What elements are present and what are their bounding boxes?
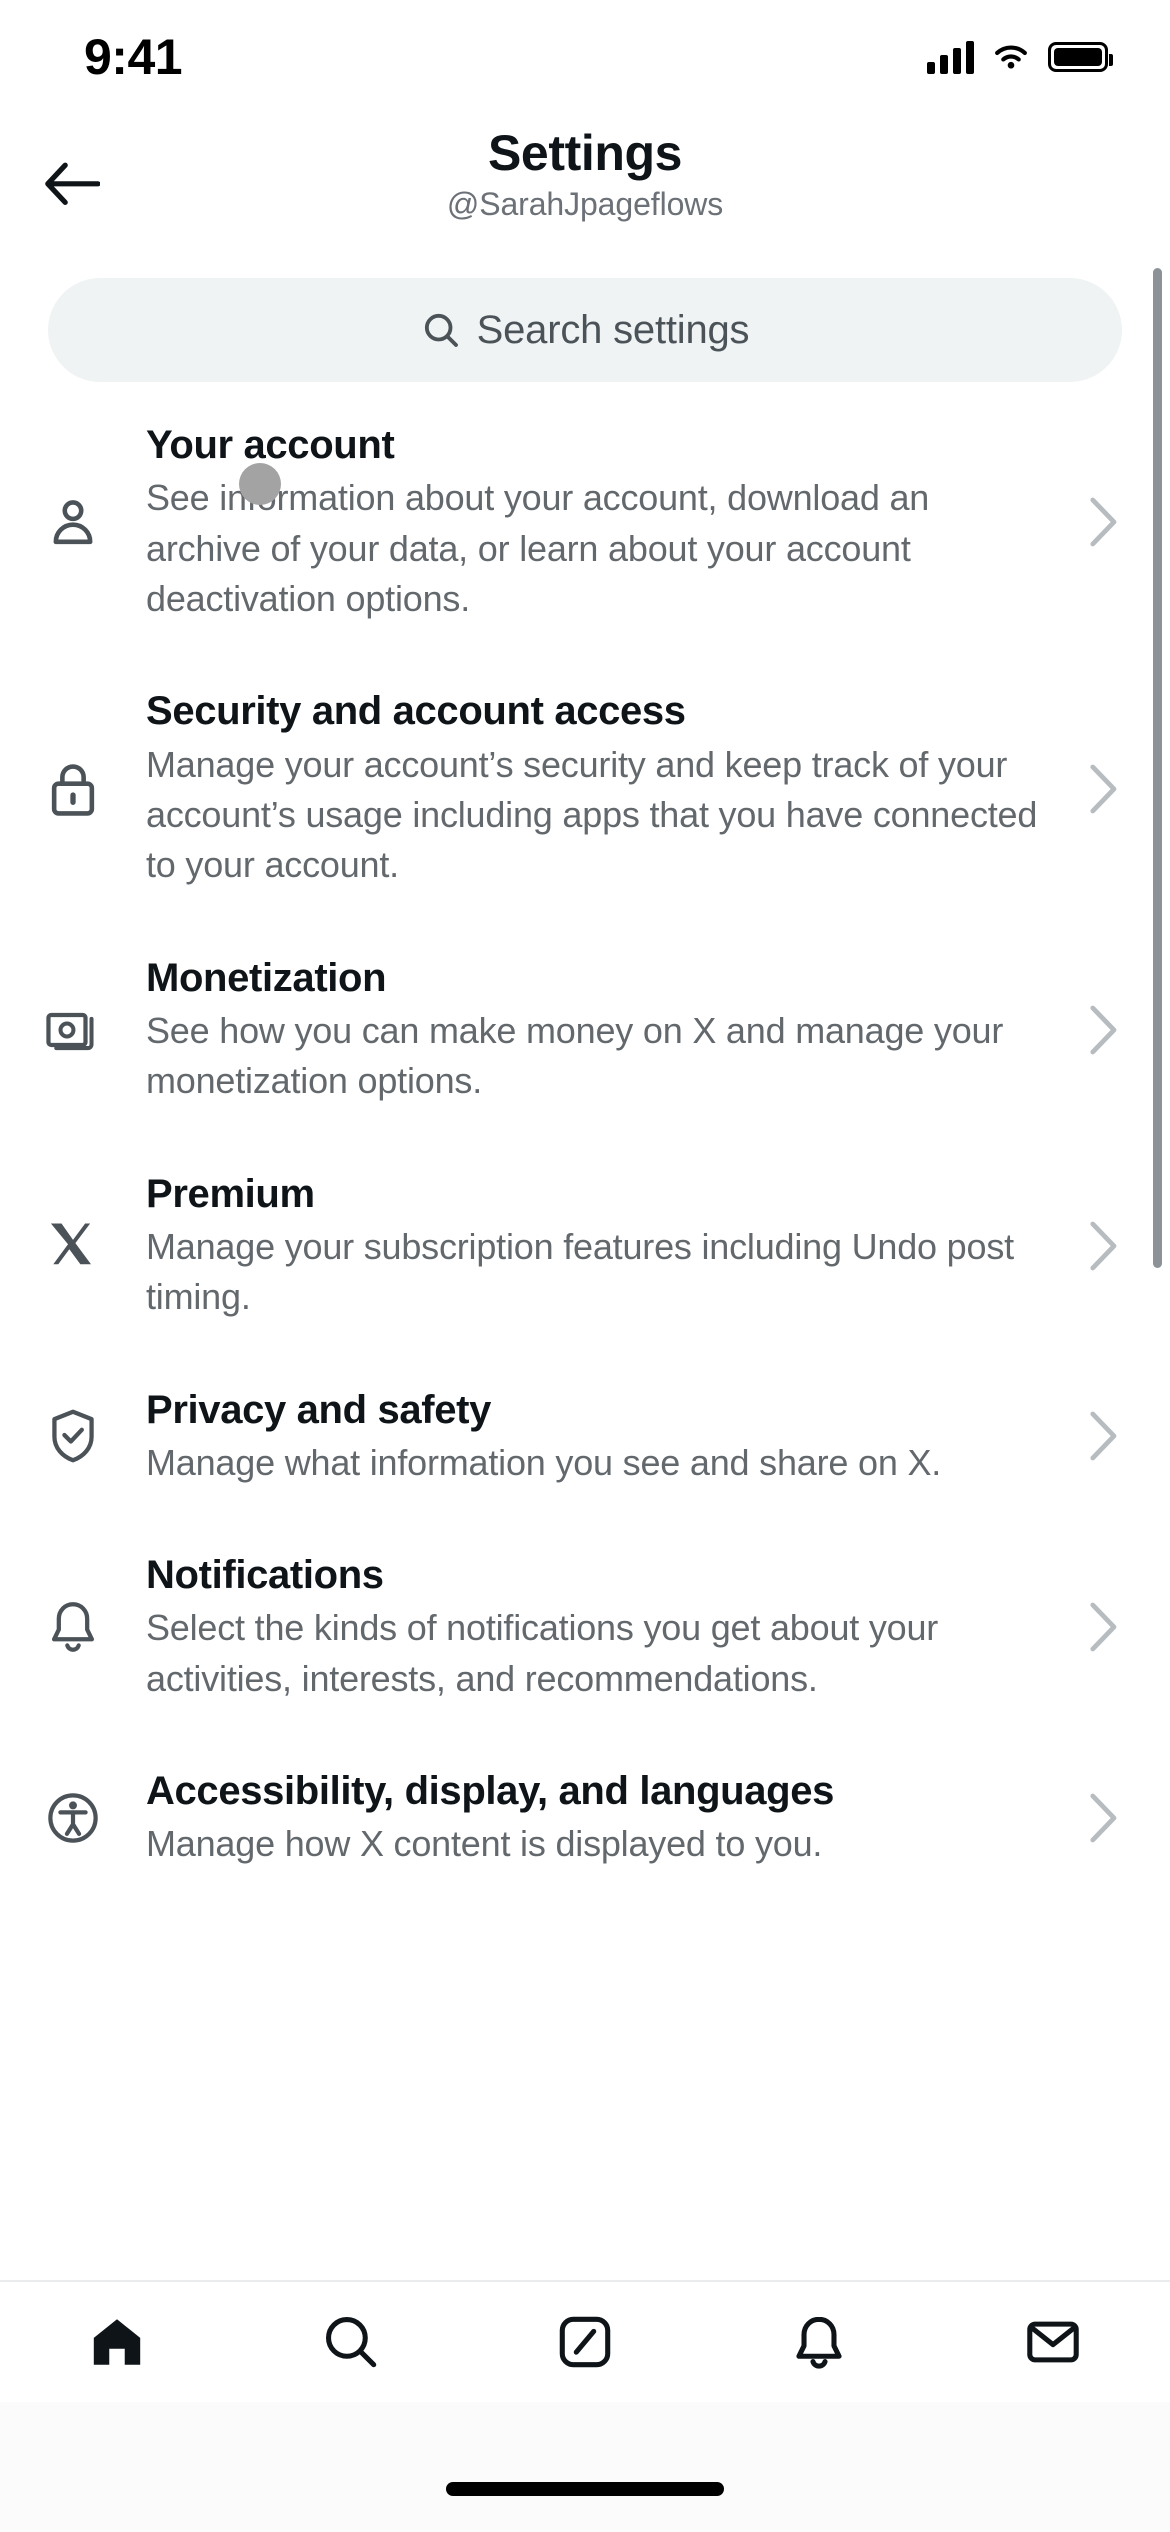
settings-row-title: Accessibility, display, and languages [146, 1769, 835, 1814]
settings-row-title: Your account [146, 423, 395, 467]
settings-row-title: Privacy and safety [146, 1387, 492, 1432]
chevron-right-icon [1070, 496, 1140, 548]
lock-icon [0, 760, 146, 818]
home-indicator [446, 2482, 724, 2496]
settings-row-description: Manage your account’s security and keep … [146, 743, 1038, 886]
chevron-right-icon [1070, 1004, 1140, 1056]
settings-row-monetization[interactable]: Monetization See how you can make money … [0, 953, 1170, 1107]
search-icon [325, 2316, 377, 2368]
phone-screen: 9:41 Settings @SarahJpageflows Search se… [0, 0, 1170, 2532]
settings-row-body: Your account See information about your … [146, 420, 1070, 624]
settings-row-title: Premium [146, 1171, 315, 1216]
search-input[interactable]: Search settings [48, 278, 1122, 382]
settings-row-body: Monetization See how you can make money … [146, 953, 1070, 1107]
settings-row-description: See how you can make money on X and mana… [146, 1009, 1004, 1102]
status-bar: 9:41 [0, 0, 1170, 100]
page-title: Settings [487, 125, 683, 181]
person-icon [0, 493, 146, 551]
row-spacer [0, 1323, 1170, 1385]
settings-row-body: Security and account access Manage your … [146, 686, 1070, 890]
settings-row-description: Manage what information you see and shar… [146, 1441, 942, 1483]
account-handle: @SarahJpageflows [446, 186, 724, 222]
x-logo-icon [0, 1220, 146, 1272]
settings-row-security-and-account-access[interactable]: Security and account access Manage your … [0, 686, 1170, 890]
settings-row-body: Privacy and safety Manage what informati… [146, 1385, 1070, 1489]
row-spacer [0, 624, 1170, 686]
settings-row-description: Select the kinds of notifications you ge… [146, 1607, 939, 1699]
bottom-safe-area [0, 2402, 1170, 2532]
app-header: Settings @SarahJpageflows [0, 100, 1170, 270]
row-spacer [0, 1704, 1170, 1766]
tab-home[interactable] [0, 2281, 234, 2403]
row-spacer [0, 1488, 1170, 1550]
settings-row-body: Accessibility, display, and languages Ma… [146, 1766, 1070, 1870]
tab-notifications[interactable] [702, 2281, 936, 2403]
settings-list: Your account See information about your … [0, 420, 1170, 2410]
row-spacer [0, 891, 1170, 953]
search-icon [424, 313, 458, 347]
tab-search[interactable] [234, 2281, 468, 2403]
wifi-icon [995, 45, 1027, 69]
settings-row-description: Manage how X content is displayed to you… [146, 1823, 823, 1865]
bell-icon [0, 1598, 146, 1656]
shield-check-icon [0, 1407, 146, 1465]
settings-row-description: See information about your account, down… [146, 477, 930, 619]
status-indicators [927, 26, 1113, 74]
touch-indicator [239, 463, 281, 505]
status-time: 9:41 [84, 29, 183, 85]
settings-row-accessibility-display-and-languages[interactable]: Accessibility, display, and languages Ma… [0, 1766, 1170, 1870]
settings-row-title: Notifications [146, 1553, 384, 1598]
settings-row-body: Premium Manage your subscription feature… [146, 1169, 1070, 1323]
battery-full-icon [1048, 42, 1113, 72]
chevron-right-icon [1070, 1410, 1140, 1462]
search-bar-container: Search settings [0, 278, 1170, 382]
chevron-right-icon [1070, 1220, 1140, 1272]
grok-icon [559, 2316, 611, 2368]
cellular-signal-icon [927, 40, 974, 74]
settings-row-title: Monetization [146, 955, 387, 1000]
settings-row-your-account[interactable]: Your account See information about your … [0, 420, 1170, 624]
settings-row-title: Security and account access [146, 689, 686, 734]
bottom-tab-bar [0, 2280, 1170, 2402]
mail-icon [1027, 2321, 1079, 2363]
settings-row-description: Manage your subscription features includ… [146, 1225, 1014, 1318]
header-title-block: Settings @SarahJpageflows [0, 124, 1170, 223]
banknote-icon [0, 1004, 146, 1056]
search-placeholder: Search settings [476, 307, 750, 352]
row-spacer [0, 1107, 1170, 1169]
chevron-right-icon [1070, 1792, 1140, 1844]
home-icon [93, 2319, 141, 2365]
bell-icon [796, 2316, 842, 2369]
tab-grok[interactable] [468, 2281, 702, 2403]
chevron-right-icon [1070, 763, 1140, 815]
chevron-right-icon [1070, 1601, 1140, 1653]
settings-row-body: Notifications Select the kinds of notifi… [146, 1550, 1070, 1704]
settings-row-notifications[interactable]: Notifications Select the kinds of notifi… [0, 1550, 1170, 1704]
accessibility-icon [0, 1790, 146, 1846]
tab-messages[interactable] [936, 2281, 1170, 2403]
settings-row-privacy-and-safety[interactable]: Privacy and safety Manage what informati… [0, 1385, 1170, 1489]
settings-row-premium[interactable]: Premium Manage your subscription feature… [0, 1169, 1170, 1323]
